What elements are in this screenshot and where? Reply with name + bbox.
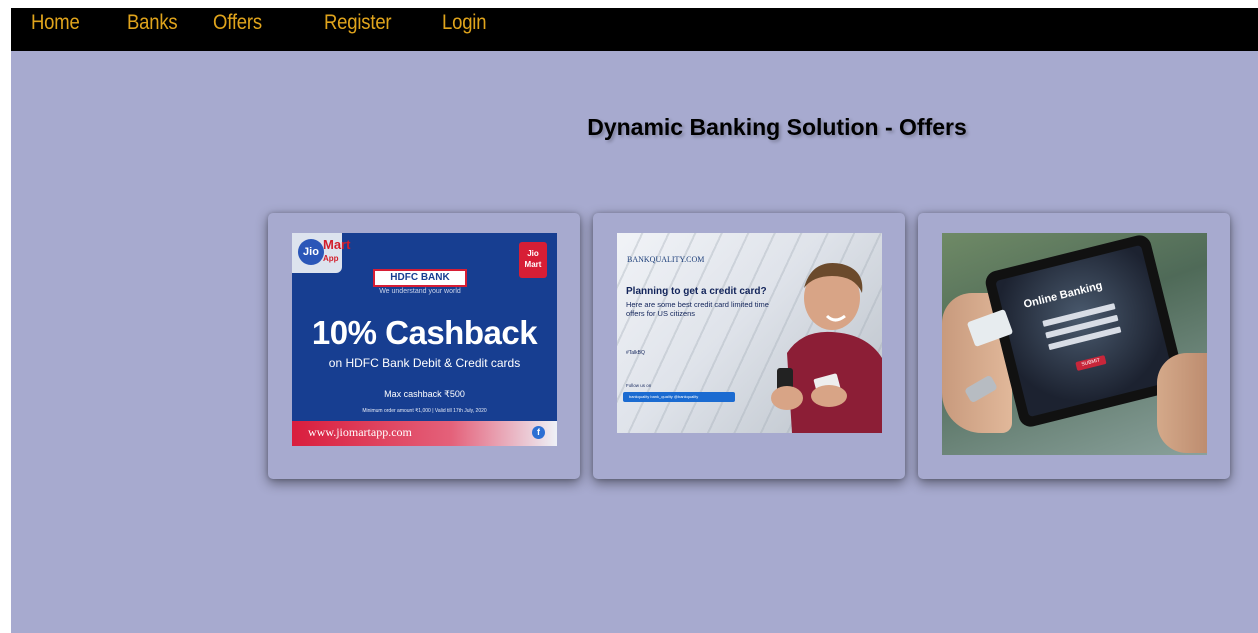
jiomart-url: www.jiomartapp.com: [308, 425, 412, 439]
nav-home-link[interactable]: Home: [31, 11, 80, 35]
offer-image-online-banking[interactable]: Online Banking SUBMIT: [942, 233, 1207, 455]
minimum-order-note: Minimum order amount ₹1,000 | Valid till…: [362, 408, 487, 414]
offer-card-credit-card[interactable]: BANKQUALITY.COM Planning to get a credit…: [593, 213, 905, 479]
offer-image-hdfc[interactable]: Jio Mart App Jio Mart HDFC BANK We underst…: [292, 233, 557, 446]
page-container: Home Banks Offers Register Login Dynamic…: [11, 8, 1258, 633]
jiomart-badge: Jio Mart: [519, 242, 547, 278]
offer-card-online-banking[interactable]: Online Banking SUBMIT: [918, 213, 1230, 479]
offer-image-credit-card[interactable]: BANKQUALITY.COM Planning to get a credit…: [617, 233, 882, 433]
hashtag: #TalkBQ: [626, 350, 645, 356]
credit-card-body: Here are some best credit card limited t…: [626, 300, 769, 318]
online-banking-title: Online Banking: [1022, 279, 1104, 311]
facebook-icon: f: [532, 426, 545, 439]
page-title: Dynamic Banking Solution - Offers: [587, 114, 967, 140]
jio-logo-text: Jio: [298, 239, 324, 265]
mart-logo-text: Mart App: [323, 237, 351, 263]
nav-offers-link[interactable]: Offers: [213, 11, 262, 35]
url-band: www.jiomartapp.com f: [292, 421, 557, 446]
right-hand: [1157, 353, 1207, 453]
top-navbar: Home Banks Offers Register Login: [11, 8, 1258, 51]
submit-button: SUBMIT: [1075, 355, 1107, 372]
social-handles-bar: bankquality bank_quality @bankquality: [623, 392, 735, 402]
cashback-subtitle: on HDFC Bank Debit & Credit cards: [328, 356, 521, 370]
nav-register-link[interactable]: Register: [324, 11, 392, 35]
offer-card-hdfc[interactable]: Jio Mart App Jio Mart HDFC BANK We underst…: [268, 213, 580, 479]
hdfc-tagline: We understand your world: [379, 288, 461, 295]
tablet-screen: Online Banking SUBMIT: [995, 244, 1175, 418]
bankquality-brand: BANKQUALITY.COM: [627, 255, 705, 264]
max-cashback: Max cashback ₹500: [384, 389, 465, 399]
nav-banks-link[interactable]: Banks: [127, 11, 178, 35]
credit-card-headline: Planning to get a credit card?: [626, 286, 767, 297]
nav-login-link[interactable]: Login: [442, 11, 487, 35]
young-man-illustration: [771, 263, 882, 433]
follow-us-label: Follow us on: [626, 383, 652, 388]
hdfc-bank-logo: HDFC BANK: [373, 269, 467, 287]
cashback-headline: 10% Cashback: [311, 314, 538, 351]
jiomart-app-logo: Jio Mart App: [292, 233, 350, 273]
